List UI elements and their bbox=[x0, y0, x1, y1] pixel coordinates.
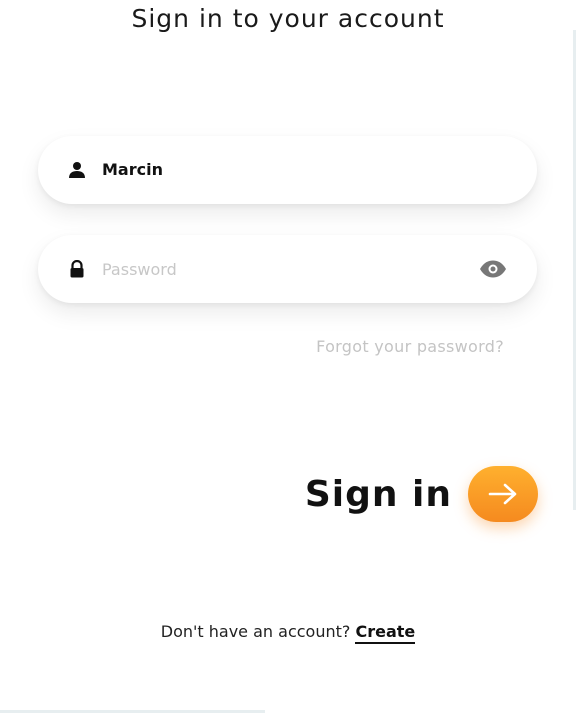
footer: Don't have an account? Create bbox=[0, 622, 576, 644]
create-account-link[interactable]: Create bbox=[355, 622, 416, 644]
username-field[interactable]: Marcin bbox=[38, 136, 537, 204]
forgot-password-link[interactable]: Forgot your password? bbox=[316, 337, 504, 356]
sign-in-row[interactable]: Sign in bbox=[305, 464, 538, 524]
sign-in-button[interactable] bbox=[468, 466, 538, 522]
password-input[interactable] bbox=[102, 255, 462, 283]
password-field[interactable] bbox=[38, 235, 537, 303]
sign-in-label[interactable]: Sign in bbox=[305, 474, 452, 515]
lock-icon bbox=[70, 260, 84, 278]
username-value[interactable]: Marcin bbox=[102, 158, 163, 182]
person-icon bbox=[69, 162, 85, 178]
no-account-text: Don't have an account? bbox=[160, 622, 351, 641]
eye-icon[interactable] bbox=[479, 259, 507, 279]
arrow-right-icon bbox=[488, 483, 517, 505]
page-title: Sign in to your account bbox=[131, 4, 445, 33]
